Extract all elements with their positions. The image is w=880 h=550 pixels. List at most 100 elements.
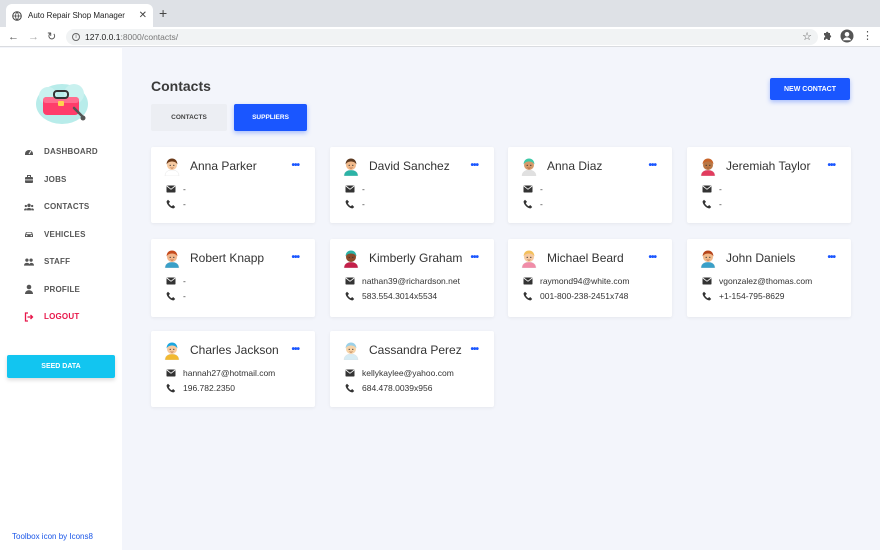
more-options-icon[interactable]: ••• [827, 161, 835, 171]
contact-email: nathan39@richardson.net [362, 276, 460, 286]
contact-card[interactable]: Anna Diaz ••• - - [508, 147, 672, 223]
more-options-icon[interactable]: ••• [291, 161, 299, 171]
contact-email: vgonzalez@thomas.com [719, 276, 813, 286]
avatar-icon [698, 248, 718, 269]
sidebar-item-dashboard[interactable]: DASHBOARD [0, 138, 122, 166]
contact-name: Cassandra Perez [369, 343, 462, 357]
more-options-icon[interactable]: ••• [470, 345, 478, 355]
browser-tab[interactable]: Auto Repair Shop Manager ✕ [6, 4, 153, 27]
url-bar[interactable]: i 127.0.0.1:8000/contacts/ ☆ [66, 29, 818, 45]
contact-phone: 001-800-238-2451x748 [540, 291, 629, 301]
browser-menu-icon[interactable]: ⋮ [862, 30, 873, 42]
bookmark-star-icon[interactable]: ☆ [802, 30, 812, 43]
sidebar-item-label: PROFILE [44, 284, 81, 294]
new-tab-icon[interactable]: + [159, 6, 167, 20]
sidebar-item-contacts[interactable]: CONTACTS [0, 193, 122, 221]
forward-icon[interactable]: → [28, 30, 39, 44]
sidebar-item-label: CONTACTS [44, 202, 90, 212]
contact-phone-row: 583.554.3014x5534 [345, 291, 437, 301]
user-icon [24, 284, 34, 295]
extensions-icon[interactable] [822, 30, 834, 42]
new-contact-button[interactable]: NEW CONTACT [770, 78, 850, 100]
sidebar-nav: DASHBOARD JOBS CONTACTS VEHICLES STAFF P… [0, 138, 122, 331]
phone-icon [345, 291, 355, 301]
contact-email-row: vgonzalez@thomas.com [702, 276, 812, 286]
contact-phone-row: 684.478.0039x956 [345, 383, 432, 393]
contact-card[interactable]: Cassandra Perez ••• kellykaylee@yahoo.com 6… [330, 331, 494, 407]
contact-phone: - [183, 291, 186, 301]
tab-suppliers[interactable]: SUPPLIERS [234, 104, 307, 131]
more-options-icon[interactable]: ••• [648, 253, 656, 263]
tab-contacts[interactable]: CONTACTS [151, 104, 227, 131]
contact-email: - [362, 184, 365, 194]
sidebar-item-label: VEHICLES [44, 229, 86, 239]
sidebar-item-label: JOBS [44, 174, 67, 184]
contact-card[interactable]: Michael Beard ••• raymond94@white.com 001-8… [508, 239, 672, 317]
contact-card[interactable]: Kimberly Graham ••• nathan39@richardson.ne… [330, 239, 494, 317]
contact-card[interactable]: John Daniels ••• vgonzalez@thomas.com +1-15… [687, 239, 851, 317]
more-options-icon[interactable]: ••• [648, 161, 656, 171]
sidebar-item-jobs[interactable]: JOBS [0, 166, 122, 194]
contact-phone: - [540, 199, 543, 209]
contact-email: kellykaylee@yahoo.com [362, 368, 454, 378]
avatar-icon [162, 248, 182, 269]
browser-toolbar: ← → ↻ i 127.0.0.1:8000/contacts/ ☆ ⋮ [0, 27, 880, 47]
contact-email: - [183, 276, 186, 286]
contact-phone-row: - [166, 199, 186, 209]
phone-icon [702, 291, 712, 301]
url-path: :8000/contacts/ [120, 32, 179, 42]
contact-card-header: Robert Knapp [162, 248, 265, 269]
sidebar-item-staff[interactable]: STAFF [0, 248, 122, 276]
icon-credit-link[interactable]: Toolbox icon by Icons8 [12, 532, 93, 541]
contact-phone-row: 001-800-238-2451x748 [523, 291, 628, 301]
reload-icon[interactable]: ↻ [47, 30, 56, 44]
toolbox-logo-icon [34, 80, 90, 126]
contact-phone: - [719, 199, 722, 209]
profile-icon[interactable] [840, 29, 854, 43]
contact-card[interactable]: Robert Knapp ••• - - [151, 239, 315, 317]
phone-icon [166, 383, 176, 393]
envelope-icon [345, 368, 355, 378]
more-options-icon[interactable]: ••• [470, 161, 478, 171]
back-icon[interactable]: ← [8, 30, 19, 44]
dashboard-icon [24, 147, 34, 157]
phone-icon [166, 291, 176, 301]
envelope-icon [166, 368, 176, 378]
avatar-icon [341, 156, 361, 177]
envelope-icon [523, 184, 533, 194]
contact-email: - [540, 184, 543, 194]
contact-email-row: - [166, 276, 186, 286]
contact-name: Jeremiah Taylor [726, 159, 811, 173]
contact-card[interactable]: David Sanchez ••• - - [330, 147, 494, 223]
more-options-icon[interactable]: ••• [291, 345, 299, 355]
more-options-icon[interactable]: ••• [470, 253, 478, 263]
close-tab-icon[interactable]: ✕ [139, 10, 147, 21]
contact-card[interactable]: Anna Parker ••• - - [151, 147, 315, 223]
browser-tab-title: Auto Repair Shop Manager [28, 11, 125, 20]
sidebar-item-logout[interactable]: LOGOUT [0, 303, 122, 331]
contact-name: Robert Knapp [190, 251, 265, 265]
contact-card[interactable]: Jeremiah Taylor ••• - - [687, 147, 851, 223]
phone-icon [702, 199, 712, 209]
sidebar-item-profile[interactable]: PROFILE [0, 276, 122, 304]
contact-email-row: kellykaylee@yahoo.com [345, 368, 454, 378]
avatar-icon [162, 156, 182, 177]
contact-card[interactable]: Charles Jackson ••• hannah27@hotmail.com 19… [151, 331, 315, 407]
contact-tabs: CONTACTS SUPPLIERS [151, 104, 314, 131]
contact-email-row: raymond94@white.com [523, 276, 629, 286]
sidebar-item-label: STAFF [44, 257, 71, 267]
contact-phone-row: - [523, 199, 543, 209]
more-options-icon[interactable]: ••• [291, 253, 299, 263]
site-info-icon[interactable]: i [72, 33, 80, 41]
envelope-icon [523, 276, 533, 286]
more-options-icon[interactable]: ••• [827, 253, 835, 263]
contact-name: John Daniels [726, 251, 796, 265]
users-icon [24, 202, 34, 212]
contact-email-row: hannah27@hotmail.com [166, 368, 275, 378]
seed-data-button[interactable]: SEED DATA [7, 355, 115, 378]
envelope-icon [166, 184, 176, 194]
contact-card-header: Michael Beard [519, 248, 624, 269]
sidebar-item-vehicles[interactable]: VEHICLES [0, 221, 122, 249]
contact-phone-row: +1-154-795-8629 [702, 291, 784, 301]
contact-name: David Sanchez [369, 159, 450, 173]
